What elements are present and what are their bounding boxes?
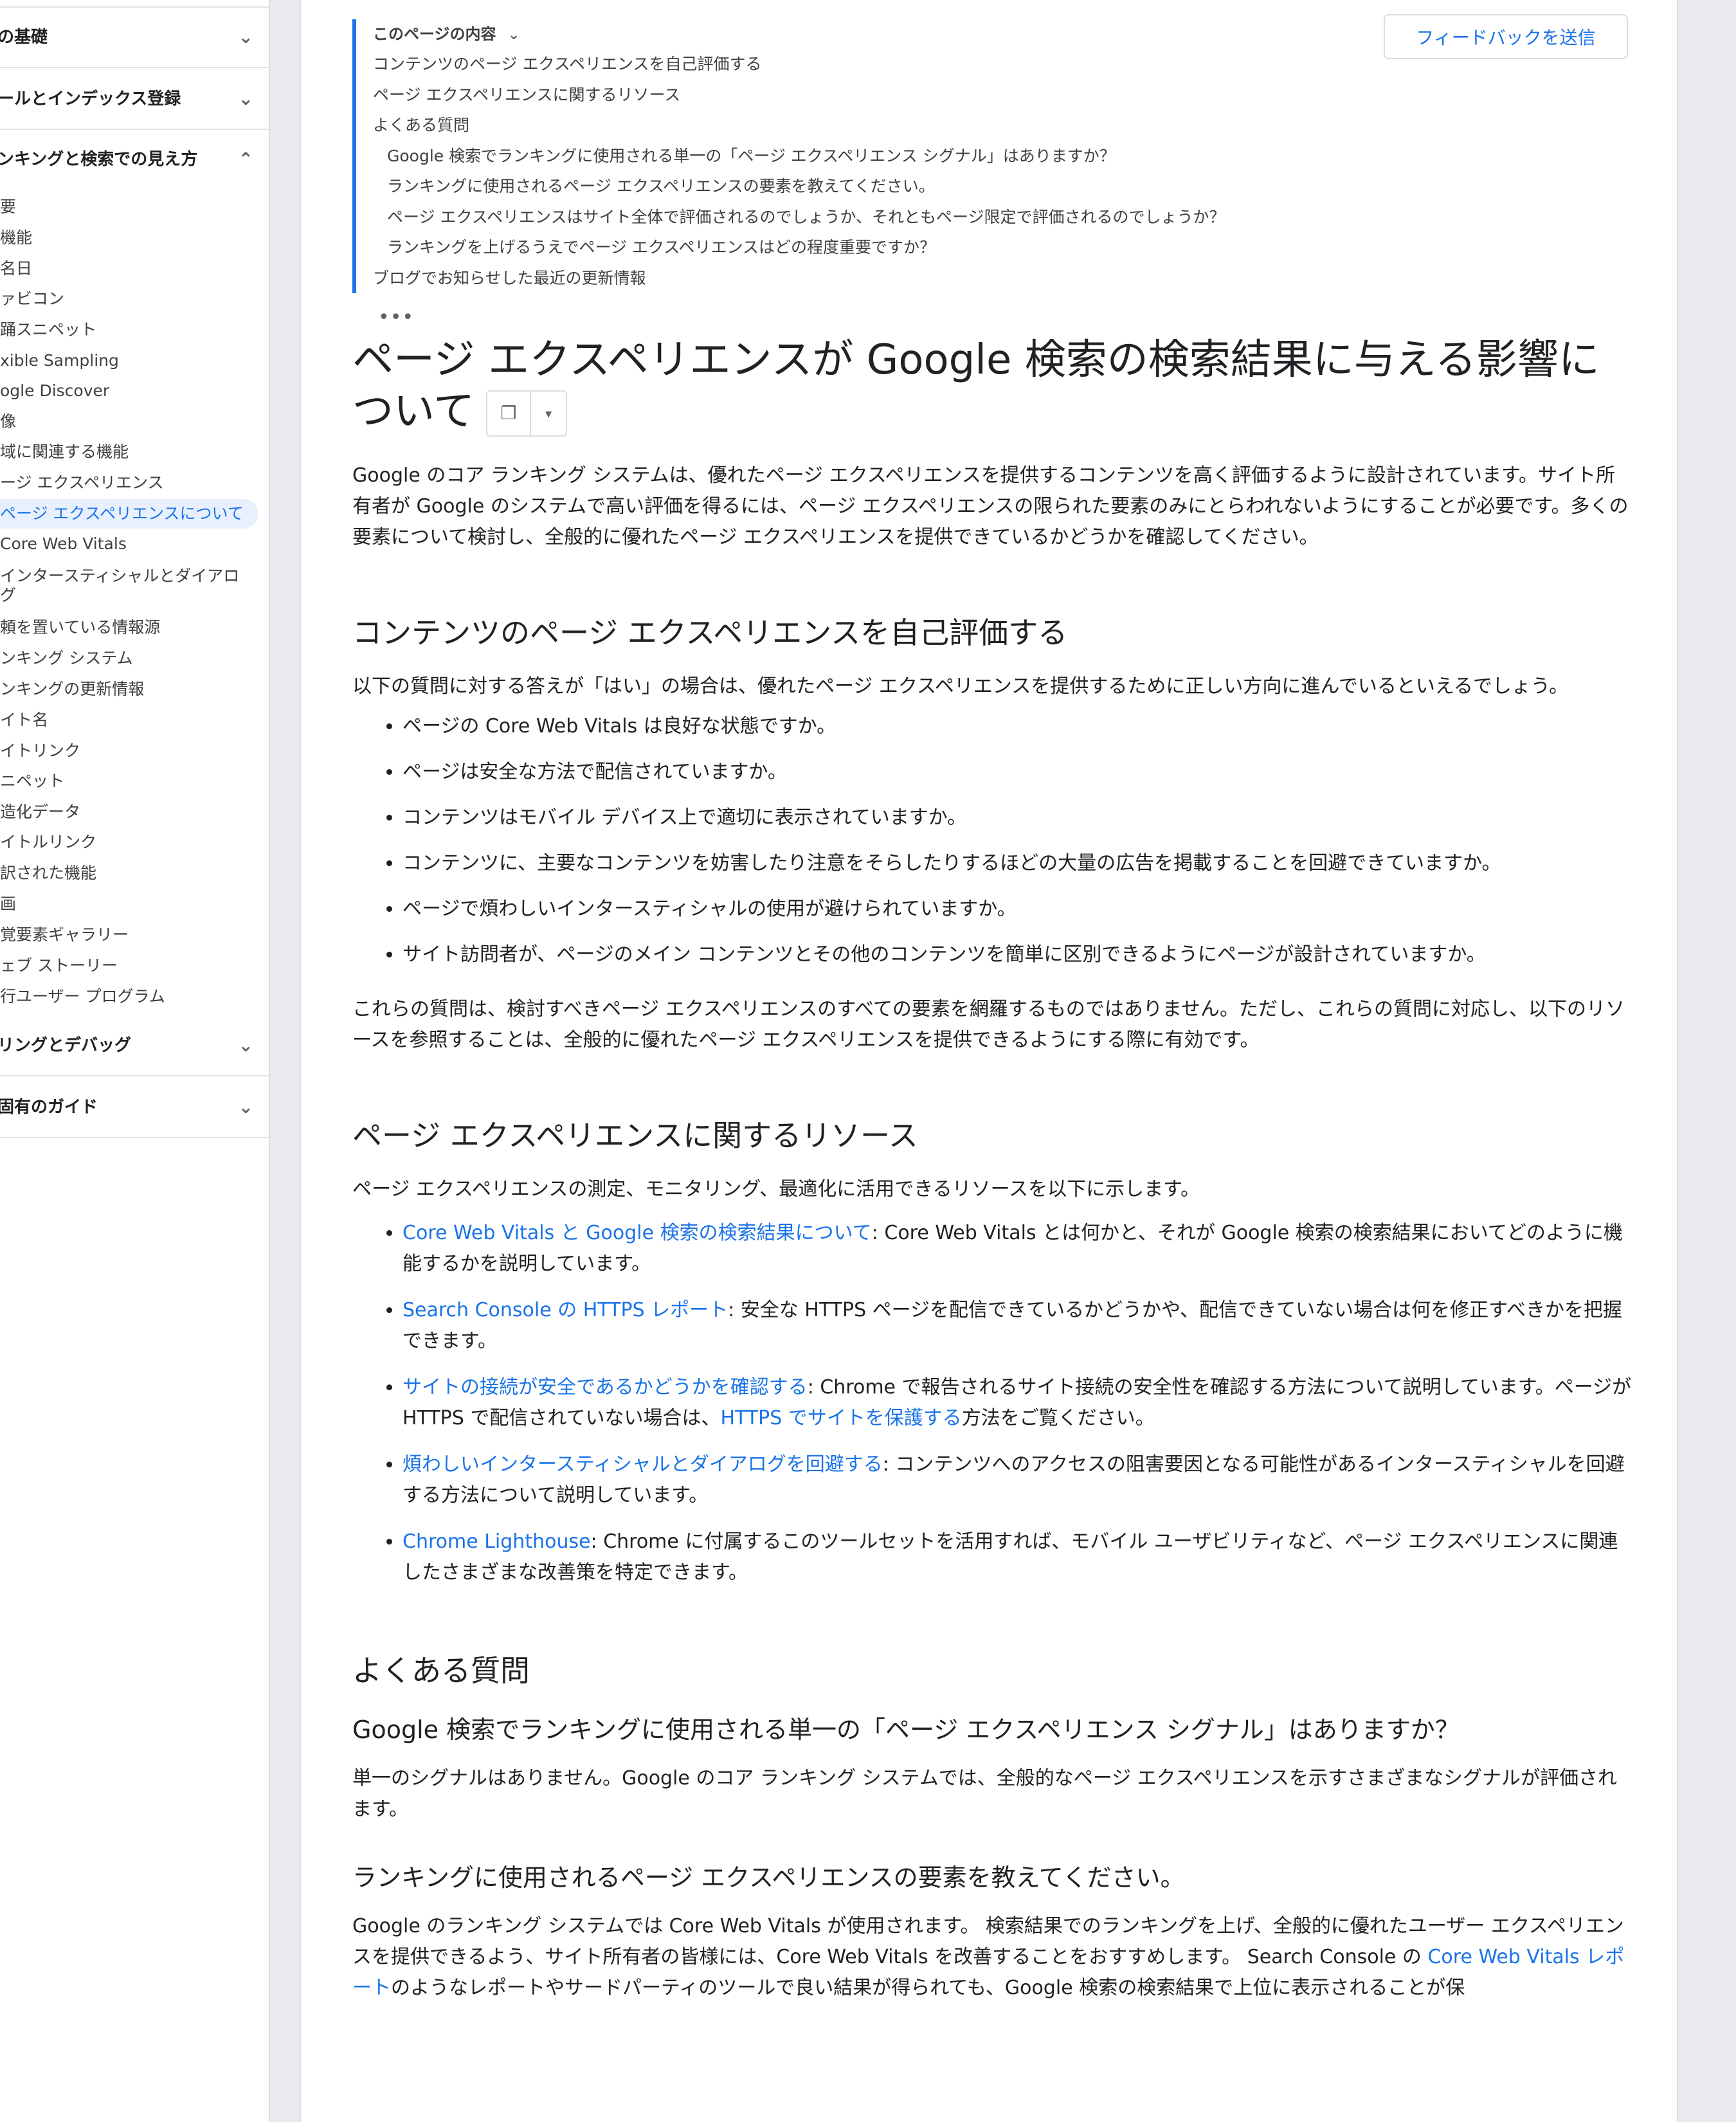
resource-link[interactable]: サイトの接続が安全であるかどうかを確認する xyxy=(402,1376,808,1399)
sidebar-item[interactable]: Core Web Vitals xyxy=(0,529,269,559)
resources-lead: ページ エクスペリエンスの測定、モニタリング、最適化に活用できるリソースを以下に… xyxy=(352,1178,1200,1201)
sidebar-section-label: の基礎 xyxy=(0,28,48,47)
toc-link[interactable]: ランキングに使用されるページ エクスペリエンスの要素を教えてください。 xyxy=(373,171,1381,202)
sidebar-section-label: 固有のガイド xyxy=(0,1098,98,1117)
toc-link[interactable]: ページ エクスペリエンスはサイト全体で評価されるのでしょうか、それともページ限定… xyxy=(373,202,1381,233)
sidebar-item[interactable]: ァビコン xyxy=(0,284,269,314)
self-assess-list: ページの Core Web Vitals は良好な状態ですか。ページは安全な方法… xyxy=(352,711,1632,970)
sidebar-item[interactable]: ンキングの更新情報 xyxy=(0,675,269,704)
list-item: コンテンツはモバイル デバイス上で適切に表示されていますか。 xyxy=(402,803,1632,833)
chevron-down-icon: ⌄ xyxy=(507,27,520,43)
sidebar-item[interactable]: 機能 xyxy=(0,223,269,253)
resource-link[interactable]: 煩わしいインタースティシャルとダイアログを回避する xyxy=(402,1453,883,1476)
sidebar-item[interactable]: 踊スニペット xyxy=(0,315,269,345)
faq-question-2: ランキングに使用されるページ エクスペリエンスの要素を教えてください。 xyxy=(352,1864,1185,1892)
toc-link[interactable]: ランキングを上げるうえでページ エクスペリエンスはどの程度重要ですか？ xyxy=(373,232,1381,263)
chevron-down-icon[interactable]: ⌄ xyxy=(239,1015,253,1075)
sidebar-section-label: ールとインデックス登録 xyxy=(0,89,181,109)
right-gutter xyxy=(1678,0,1736,2122)
left-nav-sidebar: の基本事項の基礎 ⌄ ールとインデックス登録 ⌄ ンキングと検索での見え方 ⌃要機能名日ァ… xyxy=(0,0,270,2122)
intro-paragraph: Google のコア ランキング システムは、優れたページ エクスペリエンスを提… xyxy=(352,464,1629,549)
chevron-down-icon[interactable]: ▾ xyxy=(530,392,566,436)
sidebar-divider xyxy=(0,6,269,8)
page-title: ページ エクスペリエンスが Google 検索の検索結果に与える影響について ❐ ▾ xyxy=(352,334,1632,437)
sidebar-item[interactable]: ェブ ストーリー xyxy=(0,951,269,981)
sidebar-item[interactable]: 域に関連する機能 xyxy=(0,437,269,467)
faq-answer-2: Google のランキング システムでは Core Web Vitals が使用… xyxy=(352,1915,1625,1999)
list-item: ページは安全な方法で配信されていますか。 xyxy=(402,757,1632,788)
sidebar-item[interactable]: 覚要素ギャラリー xyxy=(0,920,269,950)
sidebar-item[interactable]: ージ エクスペリエンス xyxy=(0,468,269,498)
table-of-contents: このページの内容 ⌄ コンテンツのページ エクスペリエンスを自己評価する ページ … xyxy=(352,19,1381,293)
sidebar-section-label: ンキングと検索での見え方 xyxy=(0,150,198,169)
resource-item: 煩わしいインタースティシャルとダイアログを回避する: コンテンツへのアクセスの阻… xyxy=(402,1449,1632,1511)
article-content: ページ エクスペリエンスが Google 検索の検索結果に与える影響について ❐ ▾… xyxy=(352,334,1632,2004)
sidebar-section[interactable]: ンキングと検索での見え方 ⌃ xyxy=(0,129,269,190)
toc-link[interactable]: Google 検索でランキングに使用される単一の「ページ エクスペリエンス シグ… xyxy=(373,141,1381,172)
resource-link[interactable]: Core Web Vitals と Google 検索の検索結果について xyxy=(402,1222,872,1244)
toc-list: コンテンツのページ エクスペリエンスを自己評価する ページ エクスペリエンスに関す… xyxy=(373,49,1381,293)
sidebar-item[interactable]: イト名 xyxy=(0,705,269,735)
self-assess-lead: 以下の質問に対する答えが「はい」の場合は、優れたページ エクスペリエンスを提供す… xyxy=(352,675,1569,698)
list-item: コンテンツに、主要なコンテンツを妨害したり注意をそらしたりするほどの大量の広告を… xyxy=(402,848,1632,879)
sidebar-item[interactable]: 訳された機能 xyxy=(0,858,269,888)
copy-icon[interactable]: ❐ xyxy=(487,392,530,435)
sidebar-item[interactable]: の基本事項 xyxy=(0,0,269,3)
sidebar-section[interactable]: の基礎 ⌄ xyxy=(0,6,269,68)
sidebar-item[interactable]: グ xyxy=(0,581,269,610)
section-heading-faq: よくある質問 xyxy=(352,1653,530,1688)
resource-link[interactable]: Search Console の HTTPS レポート xyxy=(402,1299,728,1321)
resource-item: サイトの接続が安全であるかどうかを確認する: Chrome で報告されるサイト接… xyxy=(402,1372,1632,1434)
sidebar-section[interactable]: 固有のガイド ⌄ xyxy=(0,1076,269,1138)
sidebar-item[interactable]: 行ユーザー プログラム xyxy=(0,982,269,1011)
sidebar-item[interactable]: ニペット xyxy=(0,766,269,796)
sidebar-item[interactable]: イトリンク xyxy=(0,736,269,766)
section-heading-resources: ページ エクスペリエンスに関するリソース xyxy=(352,1118,918,1153)
copy-title-button[interactable]: ❐ ▾ xyxy=(486,390,568,437)
send-feedback-button[interactable]: フィードバックを送信 xyxy=(1384,14,1628,59)
chevron-down-icon[interactable]: ⌄ xyxy=(239,6,253,67)
sidebar-item[interactable]: イトルリンク xyxy=(0,828,269,857)
chevron-up-icon[interactable]: ⌃ xyxy=(239,129,253,190)
more-icon[interactable]: ••• xyxy=(378,306,414,329)
sidebar-item[interactable]: ンキング システム xyxy=(0,644,269,673)
section-heading-self-assess: コンテンツのページ エクスペリエンスを自己評価する xyxy=(352,615,1068,650)
article-card: このページの内容 ⌄ コンテンツのページ エクスペリエンスを自己評価する ページ … xyxy=(300,0,1678,2122)
toc-link[interactable]: ブログでお知らせした最近の更新情報 xyxy=(373,263,1381,294)
sidebar-item[interactable]: 名日 xyxy=(0,254,269,284)
sidebar-section[interactable]: ールとインデックス登録 ⌄ xyxy=(0,68,269,130)
resource-description: 方法をご覧ください。 xyxy=(961,1407,1155,1429)
faq-question-1: Google 検索でランキングに使用される単一の「ページ エクスペリエンス シグ… xyxy=(352,1716,1460,1744)
chevron-down-icon[interactable]: ⌄ xyxy=(239,1076,253,1137)
resources-list: Core Web Vitals と Google 検索の検索結果について: Co… xyxy=(352,1218,1632,1588)
resource-item: Core Web Vitals と Google 検索の検索結果について: Co… xyxy=(402,1218,1632,1280)
resource-link[interactable]: Chrome Lighthouse xyxy=(402,1530,591,1553)
sidebar-item[interactable]: 要 xyxy=(0,192,269,222)
sidebar-item-active[interactable]: ページ エクスペリエンスについて xyxy=(0,499,258,529)
list-item: サイト訪問者が、ページのメイン コンテンツとその他のコンテンツを簡単に区別できる… xyxy=(402,939,1632,970)
sidebar-item[interactable]: 造化データ xyxy=(0,797,269,827)
list-item: ページの Core Web Vitals は良好な状態ですか。 xyxy=(402,711,1632,742)
sidebar-section-label: リングとデバッグ xyxy=(0,1036,132,1055)
toc-title[interactable]: このページの内容 ⌄ xyxy=(373,19,1381,49)
toc-link[interactable]: よくある質問 xyxy=(373,110,1381,141)
sidebar-item[interactable]: 画 xyxy=(0,889,269,919)
resource-item: Search Console の HTTPS レポート: 安全な HTTPS ペ… xyxy=(402,1295,1632,1357)
sidebar-item[interactable]: ogle Discover xyxy=(0,376,269,406)
faq-answer-1: 単一のシグナルはありません。Google のコア ランキング システムでは、全般… xyxy=(352,1767,1618,1820)
toc-link[interactable]: コンテンツのページ エクスペリエンスを自己評価する xyxy=(373,49,1381,80)
chevron-down-icon[interactable]: ⌄ xyxy=(239,68,253,129)
sidebar-item[interactable]: xible Sampling xyxy=(0,346,269,376)
toc-link[interactable]: ページ エクスペリエンスに関するリソース xyxy=(373,80,1381,111)
sidebar-section[interactable]: リングとデバッグ ⌄ xyxy=(0,1015,269,1076)
sidebar-item[interactable]: 頼を置いている情報源 xyxy=(0,613,269,642)
self-assess-after: これらの質問は、検討すべきページ エクスペリエンスのすべての要素を網羅するもので… xyxy=(352,998,1625,1051)
list-item: ページで煩わしいインタースティシャルの使用が避けられていますか。 xyxy=(402,894,1632,925)
resource-item: Chrome Lighthouse: Chrome に付属するこのツールセットを… xyxy=(402,1527,1632,1588)
sidebar-item[interactable]: 像 xyxy=(0,407,269,437)
resource-link[interactable]: HTTPS でサイトを保護する xyxy=(720,1407,961,1429)
